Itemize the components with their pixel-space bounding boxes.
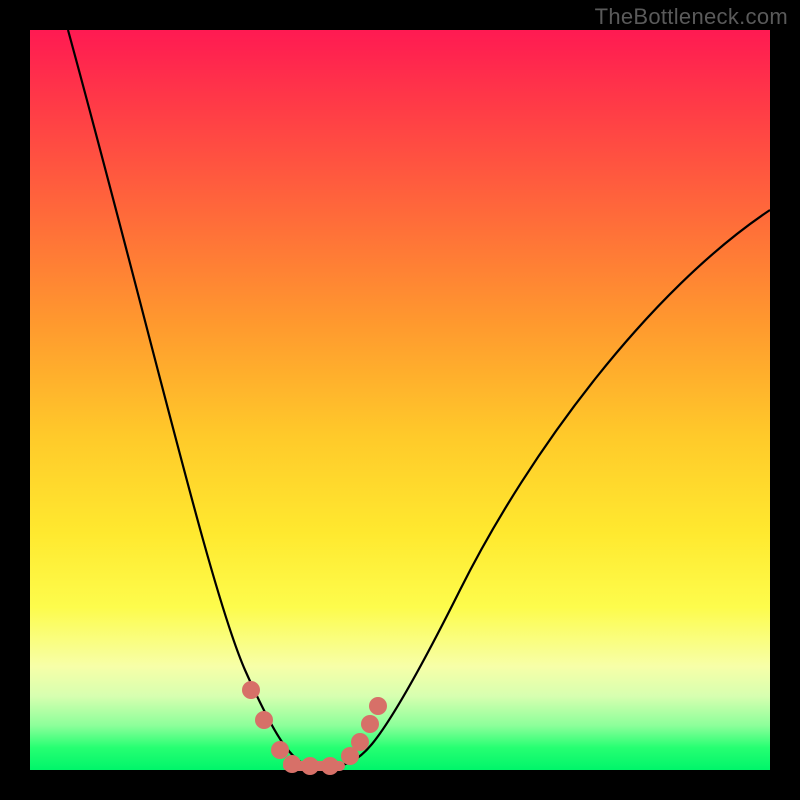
curve-marker — [321, 757, 339, 775]
bottleneck-curve — [68, 30, 770, 767]
curve-marker — [242, 681, 260, 699]
marker-group — [242, 681, 387, 775]
curve-marker — [301, 757, 319, 775]
watermark-text: TheBottleneck.com — [595, 4, 788, 30]
curve-marker — [361, 715, 379, 733]
curve-marker — [255, 711, 273, 729]
chart-svg — [30, 30, 770, 770]
curve-marker — [369, 697, 387, 715]
curve-marker — [271, 741, 289, 759]
curve-marker — [351, 733, 369, 751]
curve-marker — [283, 755, 301, 773]
